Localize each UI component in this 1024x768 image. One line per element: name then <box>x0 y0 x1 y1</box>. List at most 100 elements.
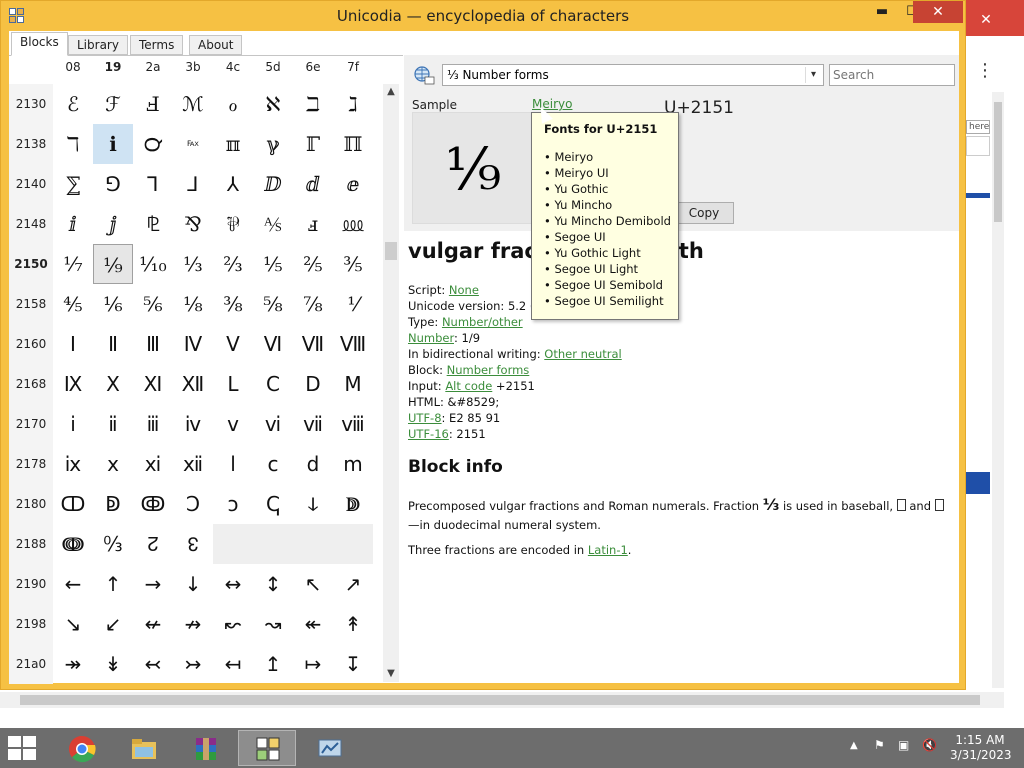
char-cell[interactable]: ℱ <box>93 84 133 124</box>
char-cell[interactable]: Ⅰ <box>53 324 93 364</box>
char-cell[interactable]: ⅏ <box>333 204 373 244</box>
char-cell[interactable]: Ⅶ <box>293 324 333 364</box>
char-cell[interactable]: ⅽ <box>253 444 293 484</box>
block-select[interactable]: ⅓ Number forms ▾ <box>442 64 824 86</box>
char-cell[interactable]: ↧ <box>333 644 373 684</box>
char-cell[interactable]: ℴ <box>213 84 253 124</box>
char-cell[interactable]: ⅒ <box>133 244 173 284</box>
globe-icon[interactable] <box>413 65 435 85</box>
char-cell[interactable]: ⅜ <box>213 284 253 324</box>
script-link[interactable]: None <box>449 283 479 297</box>
char-cell[interactable]: ⅁ <box>93 164 133 204</box>
char-cell[interactable]: Ⅎ <box>133 84 173 124</box>
char-cell[interactable]: ⅊ <box>133 204 173 244</box>
char-cell[interactable]: ↚ <box>133 604 173 644</box>
char-cell[interactable]: ⅋ <box>173 204 213 244</box>
char-cell[interactable]: ℸ <box>53 124 93 164</box>
char-cell[interactable]: ℳ <box>173 84 213 124</box>
char-cell[interactable]: ↉ <box>93 524 133 564</box>
number-link[interactable]: Number <box>408 331 454 345</box>
char-cell[interactable]: → <box>133 564 173 604</box>
volume-muted-icon[interactable]: 🔇 <box>922 738 937 752</box>
char-cell[interactable]: ↡ <box>93 644 133 684</box>
tab-library[interactable]: Library <box>68 35 128 55</box>
char-cell[interactable]: Ⅳ <box>173 324 213 364</box>
char-cell[interactable]: ⅌ <box>213 204 253 244</box>
char-cell[interactable]: ⅼ <box>213 444 253 484</box>
char-cell[interactable]: ⅴ <box>213 404 253 444</box>
char-cell[interactable]: Ⅵ <box>253 324 293 364</box>
char-cell[interactable]: ↑ <box>93 564 133 604</box>
taskbar-winrar[interactable] <box>176 730 234 766</box>
char-cell[interactable]: ⅓ <box>173 244 213 284</box>
char-cell[interactable]: ↞ <box>293 604 333 644</box>
char-cell[interactable]: ℵ <box>253 84 293 124</box>
taskbar-chrome[interactable] <box>52 730 110 766</box>
char-cell[interactable]: ↁ <box>93 484 133 524</box>
char-cell[interactable]: Ⅴ <box>213 324 253 364</box>
char-cell[interactable]: ⅂ <box>133 164 173 204</box>
tab-terms[interactable]: Terms <box>130 35 184 55</box>
char-cell[interactable]: ↟ <box>333 604 373 644</box>
char-cell[interactable]: ⅐ <box>53 244 93 284</box>
scrollbar-thumb[interactable] <box>994 102 1002 222</box>
char-cell[interactable]: ↀ <box>53 484 93 524</box>
char-cell[interactable]: ↥ <box>253 644 293 684</box>
background-blue-button[interactable] <box>966 472 990 494</box>
scroll-down-icon[interactable]: ▼ <box>383 666 399 682</box>
char-cell[interactable]: ↅ <box>253 484 293 524</box>
char-cell[interactable]: ℼ <box>213 124 253 164</box>
char-cell[interactable]: ⅲ <box>133 404 173 444</box>
char-cell[interactable]: ⅱ <box>93 404 133 444</box>
char-cell[interactable]: Ⅾ <box>293 364 333 404</box>
char-cell[interactable]: ℻ <box>173 124 213 164</box>
char-cell[interactable]: ↇ <box>333 484 373 524</box>
char-cell[interactable]: ↙ <box>93 604 133 644</box>
tab-about[interactable]: About <box>189 35 243 55</box>
background-field[interactable]: here <box>966 120 990 134</box>
chevron-down-icon[interactable]: ▾ <box>805 67 821 83</box>
close-button[interactable]: ✕ <box>913 1 963 23</box>
char-cell[interactable]: ⅾ <box>293 444 333 484</box>
char-cell[interactable]: ⅄ <box>213 164 253 204</box>
char-cell[interactable]: ← <box>53 564 93 604</box>
char-cell[interactable]: ⅟ <box>333 284 373 324</box>
char-cell[interactable]: Ⅻ <box>173 364 213 404</box>
block-link[interactable]: Number forms <box>447 363 530 377</box>
scrollbar-thumb[interactable] <box>385 242 397 260</box>
char-cell[interactable]: ℹ <box>93 124 133 164</box>
taskbar-unicodia[interactable] <box>238 730 296 766</box>
scroll-up-icon[interactable]: ▲ <box>383 84 399 100</box>
char-cell[interactable]: ⅞ <box>293 284 333 324</box>
type-link[interactable]: Number/other <box>442 315 523 329</box>
char-cell[interactable]: ⅚ <box>133 284 173 324</box>
char-cell[interactable]: ⅔ <box>213 244 253 284</box>
char-cell[interactable]: ℶ <box>293 84 333 124</box>
alt-code-link[interactable]: Alt code <box>445 379 492 393</box>
char-cell[interactable]: ↆ <box>293 484 333 524</box>
action-center-flag-icon[interactable]: ⚑ <box>874 738 885 752</box>
char-cell[interactable]: ↝ <box>253 604 293 644</box>
taskbar-file-explorer[interactable] <box>114 730 172 766</box>
char-cell[interactable]: ⅖ <box>293 244 333 284</box>
char-cell[interactable]: Ⅹ <box>93 364 133 404</box>
char-cell[interactable]: ↜ <box>213 604 253 644</box>
start-button[interactable] <box>8 736 38 760</box>
char-cell[interactable]: Ↄ <box>173 484 213 524</box>
char-cell[interactable]: ⅳ <box>173 404 213 444</box>
char-cell[interactable]: ⅑ <box>93 244 133 284</box>
char-cell[interactable]: ↓ <box>173 564 213 604</box>
latin1-link[interactable]: Latin-1 <box>588 543 628 557</box>
char-cell[interactable]: ↛ <box>173 604 213 644</box>
char-cell[interactable]: ↈ <box>53 524 93 564</box>
char-cell[interactable]: ⅉ <box>93 204 133 244</box>
char-cell[interactable]: ⅰ <box>53 404 93 444</box>
char-cell[interactable]: ⅸ <box>53 444 93 484</box>
char-cell[interactable]: ↤ <box>213 644 253 684</box>
char-cell[interactable]: ⅹ <box>93 444 133 484</box>
char-cell[interactable]: ℽ <box>253 124 293 164</box>
char-cell[interactable]: Ⅷ <box>333 324 373 364</box>
char-cell[interactable]: ⅗ <box>333 244 373 284</box>
char-cell[interactable]: ⅃ <box>173 164 213 204</box>
char-cell[interactable]: Ⅿ <box>333 364 373 404</box>
